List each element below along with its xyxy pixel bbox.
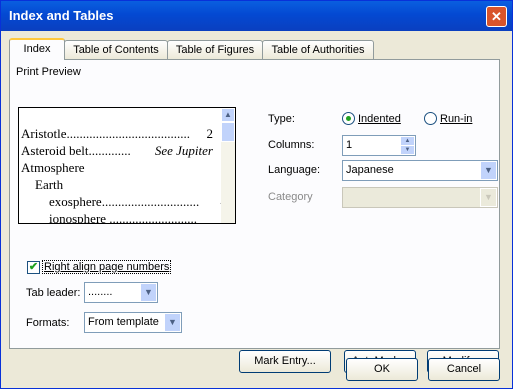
tab-table-of-authorities[interactable]: Table of Authorities [262, 40, 374, 59]
dialog-title: Index and Tables [9, 8, 114, 23]
type-label: Type: [268, 113, 295, 125]
chevron-down-icon[interactable]: ▼ [480, 188, 497, 207]
indented-radio-label[interactable]: Indented [358, 113, 401, 125]
print-preview-label: Print Preview [16, 66, 81, 78]
chevron-down-icon[interactable]: ▼ [480, 161, 497, 180]
preview-scrollbar[interactable]: ▲ [221, 108, 235, 223]
index-tab-panel: Print Preview Aristotle.................… [9, 59, 500, 373]
formats-value: From template [88, 316, 159, 328]
tab-leader-select[interactable]: ........ ▼ [84, 282, 158, 303]
tab-table-of-figures[interactable]: Table of Figures [167, 40, 263, 59]
formats-label: Formats: [26, 317, 70, 329]
scroll-thumb[interactable] [221, 122, 235, 142]
preview-entry: Atmosphere [21, 160, 85, 175]
dialog-body: Index Table of Contents Table of Figures… [1, 31, 512, 388]
formats-select[interactable]: From template ▼ [84, 312, 182, 333]
mark-entry-button[interactable]: Mark Entry... [239, 350, 331, 373]
title-bar[interactable]: Index and Tables ✕ [1, 1, 512, 31]
run-in-radio-label[interactable]: Run-in [440, 113, 472, 125]
tab-table-of-contents[interactable]: Table of Contents [64, 40, 168, 59]
preview-entry: Asteroid belt............. See Jupiter [21, 143, 213, 158]
preview-entry: exosphere..............................4 [49, 194, 227, 209]
spin-down-icon[interactable]: ▼ [400, 145, 415, 155]
preview-entry: ionosphere ...........................3 [49, 211, 227, 224]
columns-value: 1 [346, 139, 353, 151]
scroll-up-icon[interactable]: ▲ [221, 108, 235, 122]
tab-index[interactable]: Index [9, 38, 65, 60]
index-and-tables-dialog: Index and Tables ✕ Index Table of Conten… [0, 0, 513, 389]
chevron-down-icon[interactable]: ▼ [140, 283, 157, 302]
run-in-radio[interactable] [424, 112, 437, 125]
preview-entry: Earth [35, 177, 64, 192]
language-value: Japanese [346, 164, 394, 176]
category-label: Category [268, 191, 313, 203]
tab-leader-value: ........ [88, 286, 113, 298]
close-icon[interactable]: ✕ [486, 6, 507, 27]
right-align-checkbox[interactable]: ✔ [27, 261, 40, 274]
language-select[interactable]: Japanese ▼ [342, 160, 498, 181]
category-select[interactable]: ▼ [342, 187, 498, 208]
ok-button[interactable]: OK [346, 358, 418, 381]
chevron-down-icon[interactable]: ▼ [164, 313, 181, 332]
indented-radio[interactable] [342, 112, 355, 125]
language-label: Language: [268, 164, 320, 176]
print-preview-box: Aristotle...............................… [18, 107, 236, 224]
preview-entry: Aristotle...............................… [21, 126, 213, 141]
columns-label: Columns: [268, 139, 315, 151]
right-align-label[interactable]: Right align page numbers [42, 260, 172, 274]
columns-stepper[interactable]: 1 ▲ ▼ [342, 135, 416, 156]
tab-leader-label: Tab leader: [26, 287, 81, 299]
cancel-button[interactable]: Cancel [428, 358, 500, 381]
